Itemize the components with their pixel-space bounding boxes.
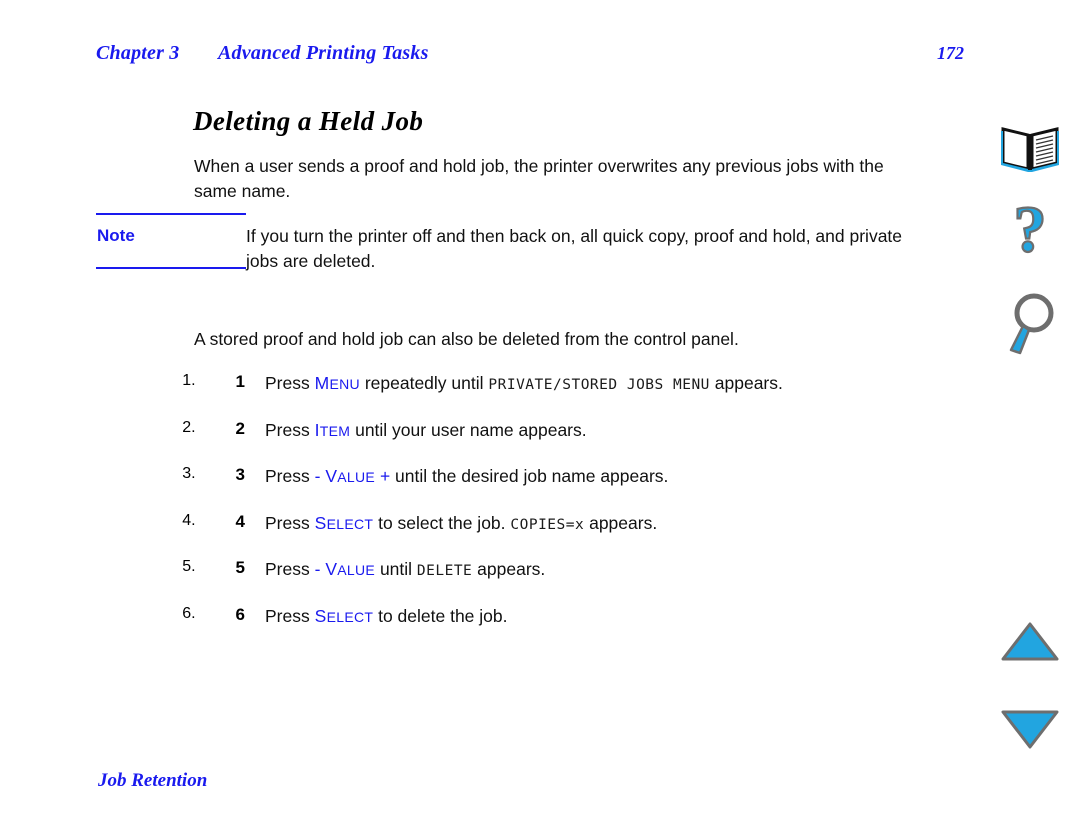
note-body: If you turn the printer off and then bac… [246,226,903,271]
control-panel-display-text: COPIES=x [510,516,585,533]
triangle-up-icon[interactable] [980,618,1080,666]
control-panel-key: SELECT [315,513,374,533]
key-remainder: TEM [319,422,351,439]
step-number: 3 [235,465,245,484]
step-lead-text: Press [265,605,315,626]
question-mark-icon[interactable]: ? [980,197,1080,272]
document-page: Chapter 3 Advanced Printing Tasks 172 De… [0,0,1080,834]
svg-text:?: ? [1014,201,1047,266]
step-number: 5 [235,558,245,577]
step-number: 6 [235,604,245,624]
minus-sign: - [314,559,321,579]
step-text: Press MENU repeatedly until PRIVATE/STOR… [265,372,783,396]
step-tail-text: appears. [472,559,546,579]
step-mid-text: to delete the job. [373,605,508,626]
step-mid-text: until [375,559,417,579]
control-panel-display-text: DELETE [416,563,473,579]
step-number: 2 [235,418,245,438]
key-remainder: ELECT [326,515,374,532]
sidebar-navigation: ? [980,0,1080,834]
step-lead-text: Press [265,559,315,579]
control-panel-paragraph: A stored proof and hold job can also be … [194,328,739,349]
procedure-step: 6 Press SELECT to delete the job. [200,605,1000,652]
step-mid-text: repeatedly until [359,373,489,393]
running-header: Chapter 3 Advanced Printing Tasks 172 [96,42,984,72]
note-rule-bottom [96,267,246,269]
control-panel-key: VALUE [325,466,375,486]
step-text: Press ITEM until your user name appears. [265,419,587,442]
key-remainder: ENU [329,376,360,392]
footer-section-label: Job Retention [98,770,208,791]
step-mid-text: to select the job. [373,512,511,533]
step-tail-text: appears. [584,512,658,533]
control-panel-key: VALUE [325,559,375,579]
procedure-step: 2 Press ITEM until your user name appears… [200,419,1000,466]
step-lead-text: Press [265,466,315,486]
chapter-title: Advanced Printing Tasks [218,42,429,64]
key-remainder: ALUE [337,562,376,578]
step-text: Press SELECT to select the job. COPIES=x… [265,512,657,536]
step-lead-text: Press [265,512,315,533]
plus-sign: + [379,466,391,486]
procedure-step: 5 Press - VALUE until DELETE appears. [200,558,1000,605]
control-panel-key: ITEM [315,420,351,440]
step-number: 1 [235,372,245,391]
magnifier-icon[interactable] [980,288,1080,360]
key-initial: M [314,373,330,393]
step-number: 4 [235,511,245,531]
note-rule-top [96,213,246,215]
step-text: Press - VALUE until DELETE appears. [265,558,545,582]
page-title: Deleting a Held Job [193,106,424,137]
intro-paragraph: When a user sends a proof and hold job, … [194,155,884,201]
control-panel-display-text: PRIVATE/STORED JOBS MENU [488,377,710,393]
control-panel-key: MENU [315,373,360,393]
key-initial: S [314,605,327,626]
step-mid-text: until the desired job name appears. [390,466,669,486]
key-remainder: ELECT [326,608,374,625]
step-text: Press SELECT to delete the job. [265,605,508,628]
triangle-down-icon[interactable] [980,705,1080,753]
step-tail-text: appears. [709,373,783,393]
key-initial: S [314,512,327,533]
minus-sign: - [314,466,321,486]
book-icon[interactable] [980,118,1080,180]
page-number: 172 [937,43,964,63]
step-text: Press - VALUE + until the desired job na… [265,465,668,488]
procedure-step: 4 Press SELECT to select the job. COPIES=… [200,512,1000,559]
chapter-label: Chapter 3 [96,42,180,64]
step-lead-text: Press [265,373,315,393]
key-initial: V [325,559,338,579]
step-lead-text: Press [265,419,315,440]
note-label: Note [97,226,135,245]
control-panel-key: SELECT [315,606,374,626]
procedure-step: 3 Press - VALUE + until the desired job n… [200,465,1000,512]
procedure-step-list: 1 Press MENU repeatedly until PRIVATE/STO… [160,372,1000,651]
procedure-step: 1 Press MENU repeatedly until PRIVATE/STO… [200,372,1000,419]
key-remainder: ALUE [337,469,376,485]
step-mid-text: until your user name appears. [350,419,587,440]
key-initial: V [325,466,338,486]
